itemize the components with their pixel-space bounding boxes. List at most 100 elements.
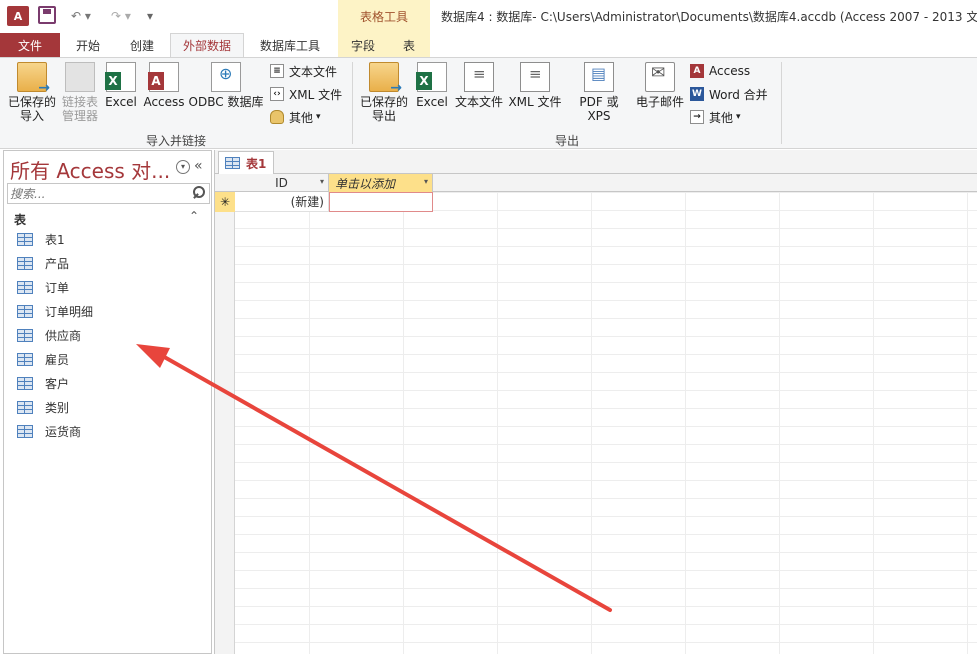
export-email-label: 电子邮件 — [635, 95, 684, 109]
table-icon — [17, 400, 33, 414]
excel-icon — [416, 62, 447, 92]
import-more-label: 其他 — [289, 110, 314, 125]
nav-pane-title[interactable]: 所有 Access 对... — [10, 155, 170, 184]
nav-item-label: 供应商 — [45, 328, 82, 343]
export-word-merge-label: Word 合并 — [709, 87, 768, 102]
import-more-button[interactable]: 其他 ▾ — [270, 108, 321, 126]
chevron-down-icon[interactable]: ▾ — [424, 177, 428, 186]
import-odbc-button[interactable]: ODBC 数据库 — [188, 62, 264, 109]
nav-item-label: 类别 — [45, 400, 70, 415]
group-separator — [352, 62, 353, 144]
import-odbc-label: ODBC 数据库 — [188, 95, 264, 109]
document-tab-table1[interactable]: 表1 — [218, 151, 274, 174]
nav-item-table[interactable]: 产品 — [4, 251, 211, 275]
nav-item-table[interactable]: 雇员 — [4, 347, 211, 371]
nav-item-label: 运货商 — [45, 424, 82, 439]
access-icon: A — [690, 64, 704, 78]
document-area: 表1 ID ▾ 单击以添加 ▾ ✳ (新建) — [214, 150, 977, 654]
table-icon — [17, 376, 33, 390]
export-excel-label: Excel — [416, 95, 448, 109]
select-all-corner[interactable] — [215, 174, 235, 192]
export-more-button[interactable]: → 其他 ▾ — [690, 108, 741, 126]
nav-pane-dropdown-icon[interactable]: ▾ — [176, 160, 190, 174]
new-record-marker-icon[interactable]: ✳ — [215, 192, 235, 212]
export-more-icon: → — [690, 110, 704, 124]
table-icon — [17, 352, 33, 366]
import-xml-file-button[interactable]: ‹› XML 文件 — [270, 85, 342, 103]
shutter-bar-collapse-icon[interactable]: « — [194, 158, 203, 174]
export-xml-file-button[interactable]: XML 文件 — [506, 62, 564, 109]
customize-quick-access-icon[interactable]: ▾ — [144, 6, 156, 26]
import-text-file-label: 文本文件 — [289, 64, 338, 79]
nav-item-label: 客户 — [45, 376, 70, 391]
undo-icon[interactable]: ↶ ▾ — [66, 6, 96, 26]
nav-item-table[interactable]: 类别 — [4, 395, 211, 419]
nav-item-label: 雇员 — [45, 352, 70, 367]
nav-item-table[interactable]: 表1 — [4, 227, 211, 251]
import-access-button[interactable]: Access — [142, 62, 186, 109]
table-icon — [225, 157, 240, 169]
tab-home[interactable]: 开始 — [62, 33, 114, 57]
tab-table[interactable]: 表 — [388, 33, 430, 57]
export-group-label: 导出 — [555, 134, 580, 148]
tab-database-tools[interactable]: 数据库工具 — [248, 33, 332, 57]
datasheet-grid[interactable]: ID ▾ 单击以添加 ▾ ✳ (新建) — [215, 174, 977, 654]
active-cell[interactable] — [329, 192, 433, 212]
search-icon[interactable] — [191, 185, 205, 201]
group-separator — [781, 62, 782, 144]
redo-icon[interactable]: ↷ ▾ — [106, 6, 136, 26]
export-email-button[interactable]: 电子邮件 — [634, 62, 686, 109]
id-cell-new-record[interactable]: (新建) — [235, 192, 329, 212]
export-excel-button[interactable]: Excel — [414, 62, 450, 109]
export-text-file-button[interactable]: 文本文件 — [452, 62, 506, 109]
export-word-merge-button[interactable]: W Word 合并 — [690, 85, 768, 103]
word-icon: W — [690, 87, 704, 101]
import-group-label: 导入并链接 — [146, 134, 207, 148]
window-title: 数据库4 : 数据库- C:\Users\Administrator\Docum… — [441, 10, 977, 24]
export-xml-file-label: XML 文件 — [508, 95, 562, 109]
chevron-down-icon[interactable]: ▾ — [320, 177, 324, 186]
tab-file[interactable]: 文件 — [0, 33, 60, 57]
saved-exports-button[interactable]: 已保存的 导出 — [358, 62, 410, 123]
nav-item-table[interactable]: 订单 — [4, 275, 211, 299]
nav-search-input[interactable] — [10, 185, 188, 202]
save-icon[interactable] — [38, 6, 56, 24]
chevron-down-icon: ▾ — [736, 112, 741, 122]
column-header-label: 单击以添加 — [335, 176, 396, 191]
ribbon-tabs: 文件 开始 创建 外部数据 数据库工具 字段 表 — [0, 33, 977, 57]
export-more-label: 其他 — [709, 110, 734, 125]
import-excel-button[interactable]: Excel — [104, 62, 138, 109]
nav-item-table[interactable]: 订单明细 — [4, 299, 211, 323]
access-logo-icon[interactable]: A — [7, 6, 29, 26]
saved-imports-button[interactable]: 已保存的 导入 — [6, 62, 58, 123]
linked-table-manager-label-2: 管理器 — [61, 109, 98, 123]
import-excel-label: Excel — [105, 95, 137, 109]
nav-table-list: 表1 产品 订单 订单明细 供应商 雇员 客户 类别 运货商 — [4, 227, 211, 443]
table-icon — [17, 256, 33, 270]
navigation-pane: 所有 Access 对... ▾ « 表 ⌃ 表1 产品 订单 订单明细 供应商… — [3, 150, 212, 654]
tab-external-data[interactable]: 外部数据 — [170, 33, 244, 57]
table-icon — [17, 424, 33, 438]
excel-icon — [105, 62, 136, 92]
nav-item-table[interactable]: 客户 — [4, 371, 211, 395]
linked-table-manager-button[interactable]: 链接表 管理器 — [59, 62, 101, 123]
tab-fields[interactable]: 字段 — [338, 33, 388, 57]
column-header-id[interactable]: ID ▾ — [235, 174, 329, 192]
section-collapse-icon[interactable]: ⌃ — [189, 209, 199, 223]
nav-item-table[interactable]: 供应商 — [4, 323, 211, 347]
export-access-button[interactable]: A Access — [690, 62, 750, 80]
saved-exports-label-1: 已保存的 — [359, 95, 408, 109]
import-text-file-button[interactable]: ≡ 文本文件 — [270, 62, 337, 80]
saved-imports-icon — [17, 62, 50, 95]
xml-file-icon: ‹› — [270, 87, 284, 101]
linked-table-manager-icon — [65, 62, 95, 92]
nav-section-tables[interactable]: 表 — [14, 211, 26, 228]
nav-item-table[interactable]: 运货商 — [4, 419, 211, 443]
nav-item-label: 产品 — [45, 256, 70, 271]
tab-create[interactable]: 创建 — [116, 33, 168, 57]
nav-item-label: 表1 — [45, 232, 65, 247]
column-header-label: ID — [275, 176, 288, 190]
nav-search-box — [7, 183, 210, 204]
export-pdf-xps-button[interactable]: PDF 或 XPS — [566, 62, 632, 123]
column-header-click-to-add[interactable]: 单击以添加 ▾ — [329, 174, 433, 192]
